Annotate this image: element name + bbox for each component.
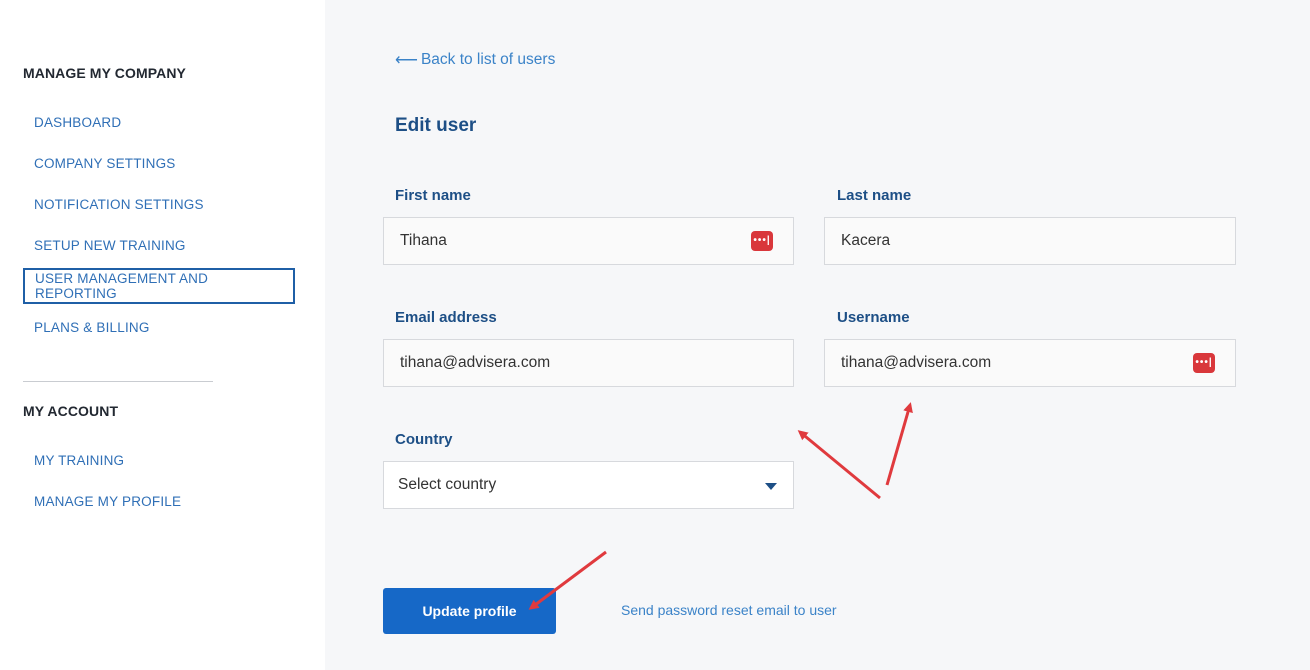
send-password-reset-link[interactable]: Send password reset email to user: [621, 602, 837, 618]
country-label: Country: [395, 431, 453, 448]
last-name-label: Last name: [837, 187, 912, 204]
last-name-input[interactable]: [841, 232, 1171, 250]
email-label: Email address: [395, 309, 497, 326]
email-field-wrapper: [383, 339, 794, 387]
password-manager-icon[interactable]: •••|: [1193, 353, 1215, 373]
back-to-users-link[interactable]: ⟵ Back to list of users: [395, 50, 555, 70]
first-name-field-wrapper: •••|: [383, 217, 794, 265]
last-name-field-wrapper: [824, 217, 1236, 265]
country-select[interactable]: Select country: [383, 461, 794, 509]
sidebar-company-title: MANAGE MY COMPANY: [23, 65, 186, 81]
email-input[interactable]: [400, 354, 730, 372]
sidebar-account-title: MY ACCOUNT: [23, 403, 119, 419]
username-label: Username: [837, 309, 910, 326]
sidebar-item-my-training[interactable]: MY TRAINING: [23, 442, 295, 478]
back-link-label: Back to list of users: [420, 51, 556, 68]
sidebar-item-company-settings[interactable]: COMPANY SETTINGS: [23, 145, 295, 181]
sidebar-divider: [23, 381, 213, 382]
country-select-value: Select country: [398, 476, 497, 493]
chevron-down-icon: [765, 483, 777, 490]
annotation-arrow-to-email: [797, 430, 881, 500]
update-profile-button[interactable]: Update profile: [383, 588, 556, 634]
arrow-left-icon: ⟵: [395, 52, 418, 69]
sidebar-item-plans-billing[interactable]: PLANS & BILLING: [23, 309, 295, 345]
annotation-arrow-to-username: [885, 402, 913, 486]
sidebar-item-notification-settings[interactable]: NOTIFICATION SETTINGS: [23, 186, 295, 222]
first-name-label: First name: [395, 187, 471, 204]
sidebar-item-manage-my-profile[interactable]: MANAGE MY PROFILE: [23, 483, 295, 519]
page-title: Edit user: [395, 115, 477, 136]
username-input[interactable]: [841, 354, 1171, 372]
sidebar-item-user-management[interactable]: USER MANAGEMENT AND REPORTING: [23, 268, 295, 304]
sidebar-item-dashboard[interactable]: DASHBOARD: [23, 104, 295, 140]
sidebar: MANAGE MY COMPANY DASHBOARD COMPANY SETT…: [0, 0, 325, 670]
password-manager-icon[interactable]: •••|: [751, 231, 773, 251]
sidebar-item-setup-new-training[interactable]: SETUP NEW TRAINING: [23, 227, 295, 263]
username-field-wrapper: •••|: [824, 339, 1236, 387]
first-name-input[interactable]: [400, 232, 730, 250]
